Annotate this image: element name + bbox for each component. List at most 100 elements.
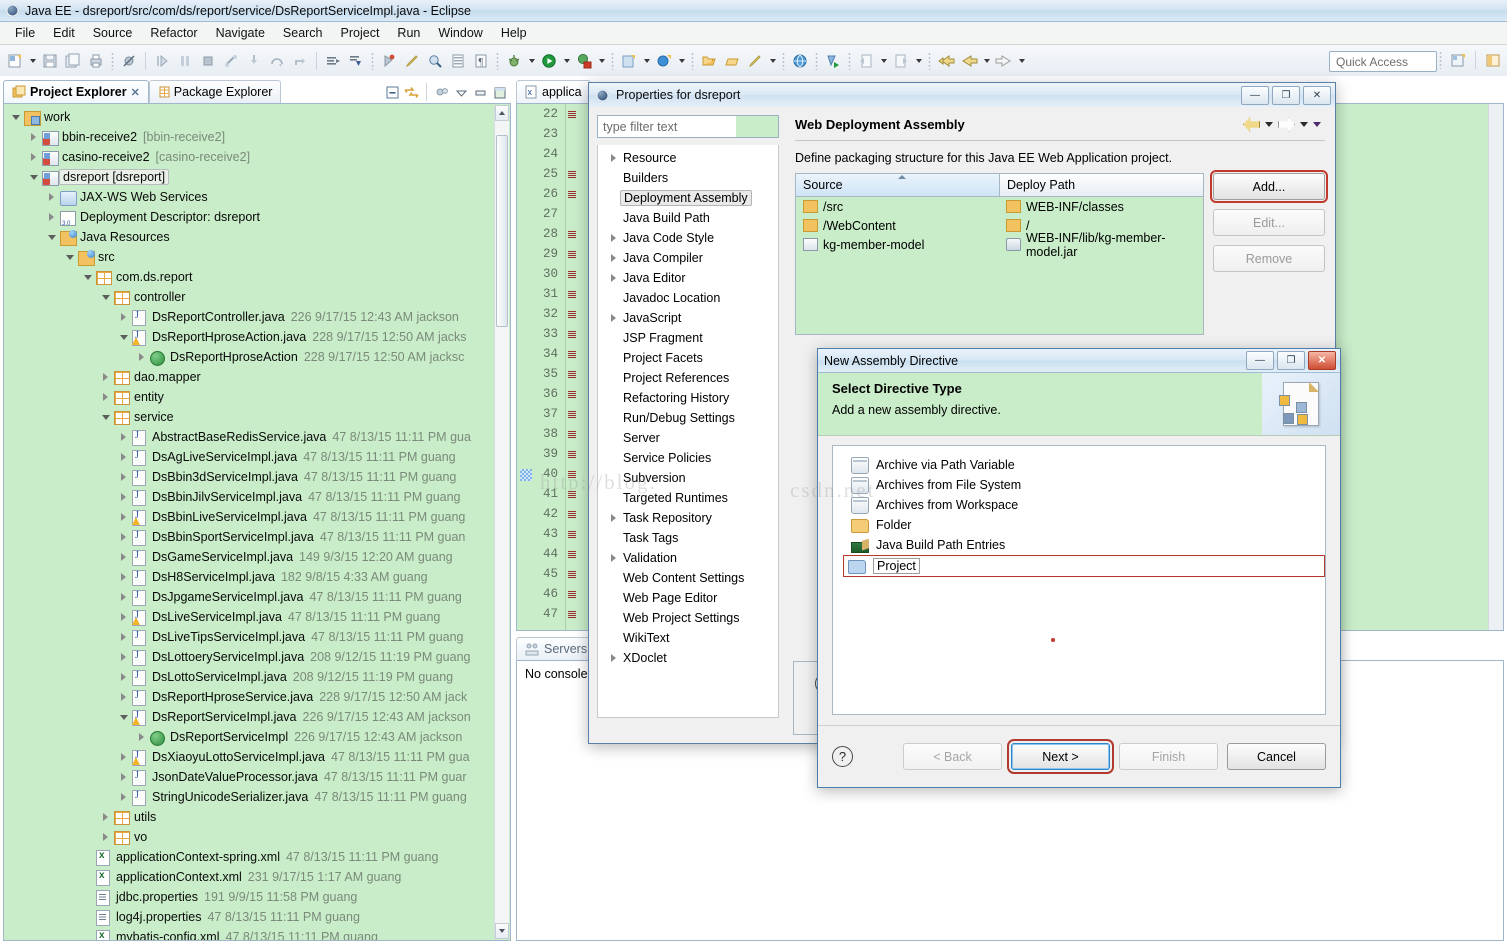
run-as-server-dropdown-icon[interactable]	[596, 50, 607, 72]
properties-tree-item[interactable]: Project References	[598, 368, 778, 388]
collapse-arrow-icon[interactable]	[118, 592, 129, 603]
menu-edit[interactable]: Edit	[44, 24, 84, 42]
scroll-down-icon[interactable]	[495, 923, 509, 939]
tree-row[interactable]: dao.mapper	[4, 367, 510, 387]
collapse-arrow-icon[interactable]	[118, 532, 129, 543]
tree-row[interactable]: DsLottoServiceImpl.java 208 9/12/15 11:19…	[4, 667, 510, 687]
collapse-arrow-icon[interactable]	[118, 692, 129, 703]
open-resource-icon[interactable]	[721, 50, 743, 72]
properties-tree-item[interactable]: Validation	[598, 548, 778, 568]
menu-window[interactable]: Window	[429, 24, 491, 42]
assembly-table[interactable]: Source Deploy Path /src WEB-INF/classes/W…	[795, 173, 1204, 335]
suspend-icon[interactable]	[174, 50, 196, 72]
collapse-arrow-icon[interactable]	[100, 392, 111, 403]
tree-row[interactable]: com.ds.report	[4, 267, 510, 287]
forward-dropdown-icon[interactable]	[1016, 50, 1027, 72]
properties-tree-item[interactable]: Java Compiler	[598, 248, 778, 268]
close-icon[interactable]: ✕	[131, 86, 140, 99]
resume-icon[interactable]	[151, 50, 173, 72]
tab-servers[interactable]: Servers	[516, 637, 597, 660]
properties-tree-item[interactable]: Builders	[598, 168, 778, 188]
new-java-project-dropdown-icon[interactable]	[641, 50, 652, 72]
search-icon[interactable]	[424, 50, 446, 72]
expand-arrow-icon[interactable]	[82, 272, 93, 283]
tree-row[interactable]: DsGameServiceImpl.java 149 9/3/15 12:20 A…	[4, 547, 510, 567]
expand-arrow-icon[interactable]	[28, 172, 39, 183]
next-button[interactable]: Next >	[1007, 739, 1114, 774]
tree-row[interactable]: DsLiveTipsServiceImpl.java 47 8/13/15 11:…	[4, 627, 510, 647]
collapse-arrow-icon[interactable]	[608, 314, 619, 322]
collapse-arrow-icon[interactable]	[608, 514, 619, 522]
next-annotation-icon[interactable]	[322, 50, 344, 72]
menu-search[interactable]: Search	[274, 24, 332, 42]
forward-icon[interactable]	[993, 50, 1015, 72]
properties-tree-item[interactable]: Java Build Path	[598, 208, 778, 228]
disconnect-icon[interactable]	[220, 50, 242, 72]
maximize-icon[interactable]: ❐	[1277, 351, 1305, 370]
import-icon[interactable]	[890, 50, 912, 72]
collapse-arrow-icon[interactable]	[118, 512, 129, 523]
properties-tree-item[interactable]: Java Editor	[598, 268, 778, 288]
collapse-arrow-icon[interactable]	[608, 274, 619, 282]
properties-tree-item[interactable]: Javadoc Location	[598, 288, 778, 308]
collapse-all-icon[interactable]	[384, 84, 400, 100]
edit-dropdown-icon[interactable]	[767, 50, 778, 72]
tree-row[interactable]: DsAgLiveServiceImpl.java 47 8/13/15 11:11…	[4, 447, 510, 467]
tree-row[interactable]: DsBbinSportServiceImpl.java 47 8/13/15 11…	[4, 527, 510, 547]
tree-row[interactable]: DsBbinLiveServiceImpl.java 47 8/13/15 11:…	[4, 507, 510, 527]
tree-row[interactable]: controller	[4, 287, 510, 307]
tree-row[interactable]: mybatis-config.xml 47 8/13/15 11:11 PM gu…	[4, 927, 510, 940]
focus-icon[interactable]	[434, 84, 450, 100]
tree-row[interactable]: utils	[4, 807, 510, 827]
back-dropdown-icon[interactable]	[1265, 122, 1273, 127]
collapse-arrow-icon[interactable]	[136, 352, 147, 363]
edit-button[interactable]: Edit...	[1213, 209, 1325, 236]
collapse-arrow-icon[interactable]	[608, 554, 619, 562]
expand-arrow-icon[interactable]	[118, 712, 129, 723]
properties-tree-item[interactable]: Task Tags	[598, 528, 778, 548]
table-row[interactable]: /src WEB-INF/classes	[796, 197, 1203, 216]
collapse-arrow-icon[interactable]	[118, 752, 129, 763]
pilcrow-icon[interactable]: ¶	[470, 50, 492, 72]
back-arrow-icon[interactable]	[1243, 117, 1260, 132]
tree-row[interactable]: vo	[4, 827, 510, 847]
collapse-arrow-icon[interactable]	[118, 612, 129, 623]
project-explorer-tree[interactable]: work bbin-receive2 [bbin-receive2] casino-r…	[3, 103, 511, 941]
expand-arrow-icon[interactable]	[64, 252, 75, 263]
tree-row[interactable]: casino-receive2 [casino-receive2]	[4, 147, 510, 167]
properties-tree-item[interactable]: JSP Fragment	[598, 328, 778, 348]
tab-package-explorer[interactable]: Package Explorer	[148, 80, 282, 103]
new-wizard-dropdown-icon[interactable]	[27, 50, 38, 72]
collapse-arrow-icon[interactable]	[118, 472, 129, 483]
editor-scrollbar[interactable]	[1488, 104, 1503, 630]
terminate-icon[interactable]	[197, 50, 219, 72]
properties-tree-item[interactable]: Deployment Assembly	[598, 188, 778, 208]
collapse-arrow-icon[interactable]	[608, 254, 619, 262]
close-icon[interactable]: ✕	[1308, 351, 1336, 370]
properties-tree-item[interactable]: Targeted Runtimes	[598, 488, 778, 508]
tree-row[interactable]: DsReportServiceImpl 226 9/17/15 12:43 AM …	[4, 727, 510, 747]
forward-dropdown-icon[interactable]	[1300, 122, 1308, 127]
expand-arrow-icon[interactable]	[100, 412, 111, 423]
print-icon[interactable]	[85, 50, 107, 72]
open-perspective-icon[interactable]	[1447, 49, 1469, 71]
expand-arrow-icon[interactable]	[100, 292, 111, 303]
tree-row[interactable]: src	[4, 247, 510, 267]
tree-row[interactable]: DsLiveServiceImpl.java 47 8/13/15 11:11 P…	[4, 607, 510, 627]
menu-run[interactable]: Run	[388, 24, 429, 42]
properties-tree-item[interactable]: Java Code Style	[598, 228, 778, 248]
run-as-server-icon[interactable]	[573, 50, 595, 72]
tree-row[interactable]: dsreport [dsreport]	[4, 167, 510, 187]
properties-tree-item[interactable]: Web Project Settings	[598, 608, 778, 628]
cancel-button[interactable]: Cancel	[1227, 743, 1326, 770]
quick-access-input[interactable]: Quick Access	[1329, 51, 1437, 72]
open-task-icon[interactable]	[447, 50, 469, 72]
menu-navigate[interactable]: Navigate	[207, 24, 274, 42]
properties-tree-item[interactable]: JavaScript	[598, 308, 778, 328]
tree-row[interactable]: bbin-receive2 [bbin-receive2]	[4, 127, 510, 147]
tree-row[interactable]: entity	[4, 387, 510, 407]
properties-tree-item[interactable]: XDoclet	[598, 648, 778, 668]
tree-row[interactable]: jdbc.properties 191 9/9/15 11:58 PM guang	[4, 887, 510, 907]
tree-row[interactable]: AbstractBaseRedisService.java 47 8/13/15 …	[4, 427, 510, 447]
properties-tree-item[interactable]: Run/Debug Settings	[598, 408, 778, 428]
